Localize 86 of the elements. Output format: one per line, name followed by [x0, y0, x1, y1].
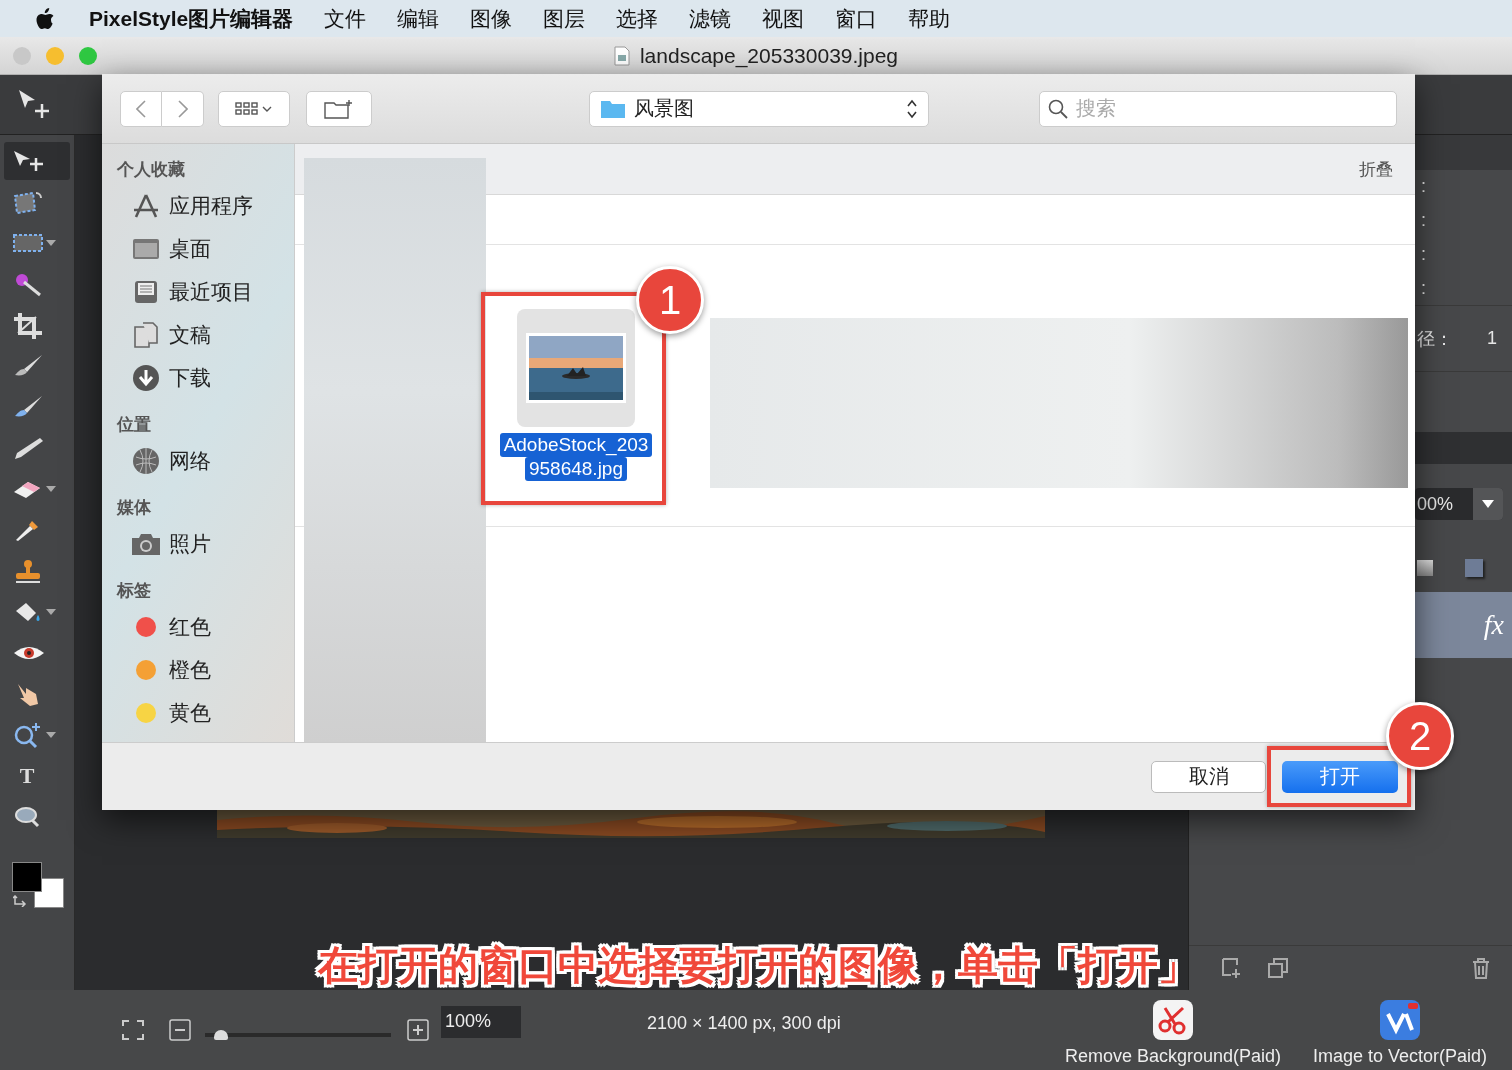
field-label: :	[1421, 176, 1427, 198]
sidebar-item[interactable]: 文稿	[117, 313, 294, 356]
section-heading: 标签	[117, 580, 152, 602]
sidebar-item[interactable]: 最近项目	[117, 270, 294, 313]
sidebar-item[interactable]: 橙色	[117, 648, 294, 691]
zoom-in-icon[interactable]	[407, 1019, 429, 1041]
folder-icon	[600, 98, 626, 119]
view-mode-button[interactable]	[218, 90, 290, 127]
plugin-button[interactable]: Image to Vector(Paid)	[1313, 1000, 1488, 1067]
location-dropdown[interactable]: 风景图	[589, 90, 929, 127]
add-layer-icon[interactable]	[1221, 957, 1243, 979]
caret-icon	[1482, 500, 1494, 508]
grid-icon	[235, 101, 273, 116]
image-info: 2100 × 1400 px, 300 dpi	[647, 1012, 841, 1034]
apple-icon[interactable]	[35, 6, 55, 31]
radius-label: 径：	[1417, 327, 1453, 351]
app-name[interactable]: PixelStyle图片编辑器	[89, 4, 294, 33]
download-icon	[131, 363, 161, 392]
new-folder-button[interactable]	[306, 90, 372, 127]
zoom-field[interactable]: 100%	[441, 1006, 521, 1038]
scissors-icon	[1153, 1000, 1194, 1040]
section-heading: 位置	[117, 414, 152, 436]
caret-icon	[46, 609, 56, 615]
menu-item[interactable]: 选择	[616, 4, 659, 33]
pencil-icon	[12, 435, 44, 461]
sidebar-item[interactable]: 照片	[117, 522, 294, 565]
window-title: landscape_205330039.jpeg	[639, 43, 899, 68]
slider-thumb[interactable]	[214, 1030, 229, 1040]
documents-icon	[131, 320, 161, 349]
menu-item[interactable]: 帮助	[908, 4, 951, 33]
open-button[interactable]: 打开	[1282, 760, 1398, 793]
collapse-link[interactable]: 折叠	[1359, 157, 1393, 181]
apps-icon	[131, 192, 161, 219]
chevron-left-icon	[136, 99, 146, 118]
effects-glyph: fx	[1483, 609, 1504, 641]
menu-item[interactable]: 图像	[470, 4, 513, 33]
desktop-icon	[131, 236, 161, 261]
tool-button[interactable]: T	[4, 757, 70, 795]
menu-item[interactable]: 窗口	[835, 4, 878, 33]
new-folder-icon	[324, 98, 354, 119]
menu-item[interactable]: 图层	[543, 4, 586, 33]
caption: 在打开的窗口中选择要打开的图像，单击「打开」	[318, 942, 1198, 989]
cancel-button[interactable]: 取消	[1151, 760, 1266, 793]
vector-app-icon	[1380, 1000, 1421, 1040]
chevron-right-icon	[177, 99, 188, 118]
search-icon	[1048, 98, 1068, 119]
caret-icon	[46, 486, 56, 492]
sidebar-item[interactable]: 下载	[117, 356, 294, 399]
radius-value: 1	[1487, 328, 1497, 349]
section-heading: 媒体	[117, 497, 152, 519]
sidebar-item[interactable]: 桌面	[117, 227, 294, 270]
field-label: :	[1421, 277, 1427, 299]
caret-icon	[46, 240, 56, 246]
menu-item[interactable]: 滤镜	[689, 4, 732, 33]
selection-icon	[12, 231, 44, 255]
plugin-button[interactable]: Remove Background(Paid)	[1065, 1000, 1282, 1067]
sidebar-item[interactable]: 应用程序	[117, 184, 294, 227]
zoom-out-icon[interactable]	[169, 1019, 191, 1041]
move-tool-icon	[12, 149, 46, 173]
search-field[interactable]: 搜索	[1039, 90, 1397, 127]
fit-screen-icon[interactable]	[122, 1020, 144, 1040]
section-heading: 个人收藏	[117, 159, 186, 181]
sidebar-item[interactable]: 网络	[117, 439, 294, 482]
transform-icon	[12, 189, 44, 215]
menu-item[interactable]: 编辑	[397, 4, 440, 33]
tool-button[interactable]	[4, 142, 70, 180]
type-tool-glyph: T	[18, 763, 36, 789]
sidebar-item[interactable]: 黄色	[117, 691, 294, 734]
menu-item[interactable]: 视图	[762, 4, 805, 33]
opacity-dropdown[interactable]: 00%	[1415, 488, 1503, 520]
trash-icon[interactable]	[1471, 957, 1491, 979]
magnifier-icon	[12, 804, 42, 830]
field-label: :	[1421, 210, 1427, 232]
globe-icon	[131, 446, 161, 475]
field-label: :	[1421, 243, 1427, 265]
swap-icon[interactable]	[13, 895, 27, 907]
sidebar-item[interactable]: 红色	[117, 605, 294, 648]
crop-icon	[12, 311, 44, 339]
caret-icon	[46, 732, 56, 738]
duplicate-icon[interactable]	[1267, 957, 1289, 979]
document-icon	[613, 45, 630, 66]
foreground-color-swatch[interactable]	[12, 862, 42, 892]
up-down-icon	[906, 98, 918, 119]
menu-item[interactable]: 文件	[324, 4, 367, 33]
camera-icon	[131, 531, 161, 556]
file-name: AdobeStock_203 958648.jpg	[499, 433, 653, 481]
